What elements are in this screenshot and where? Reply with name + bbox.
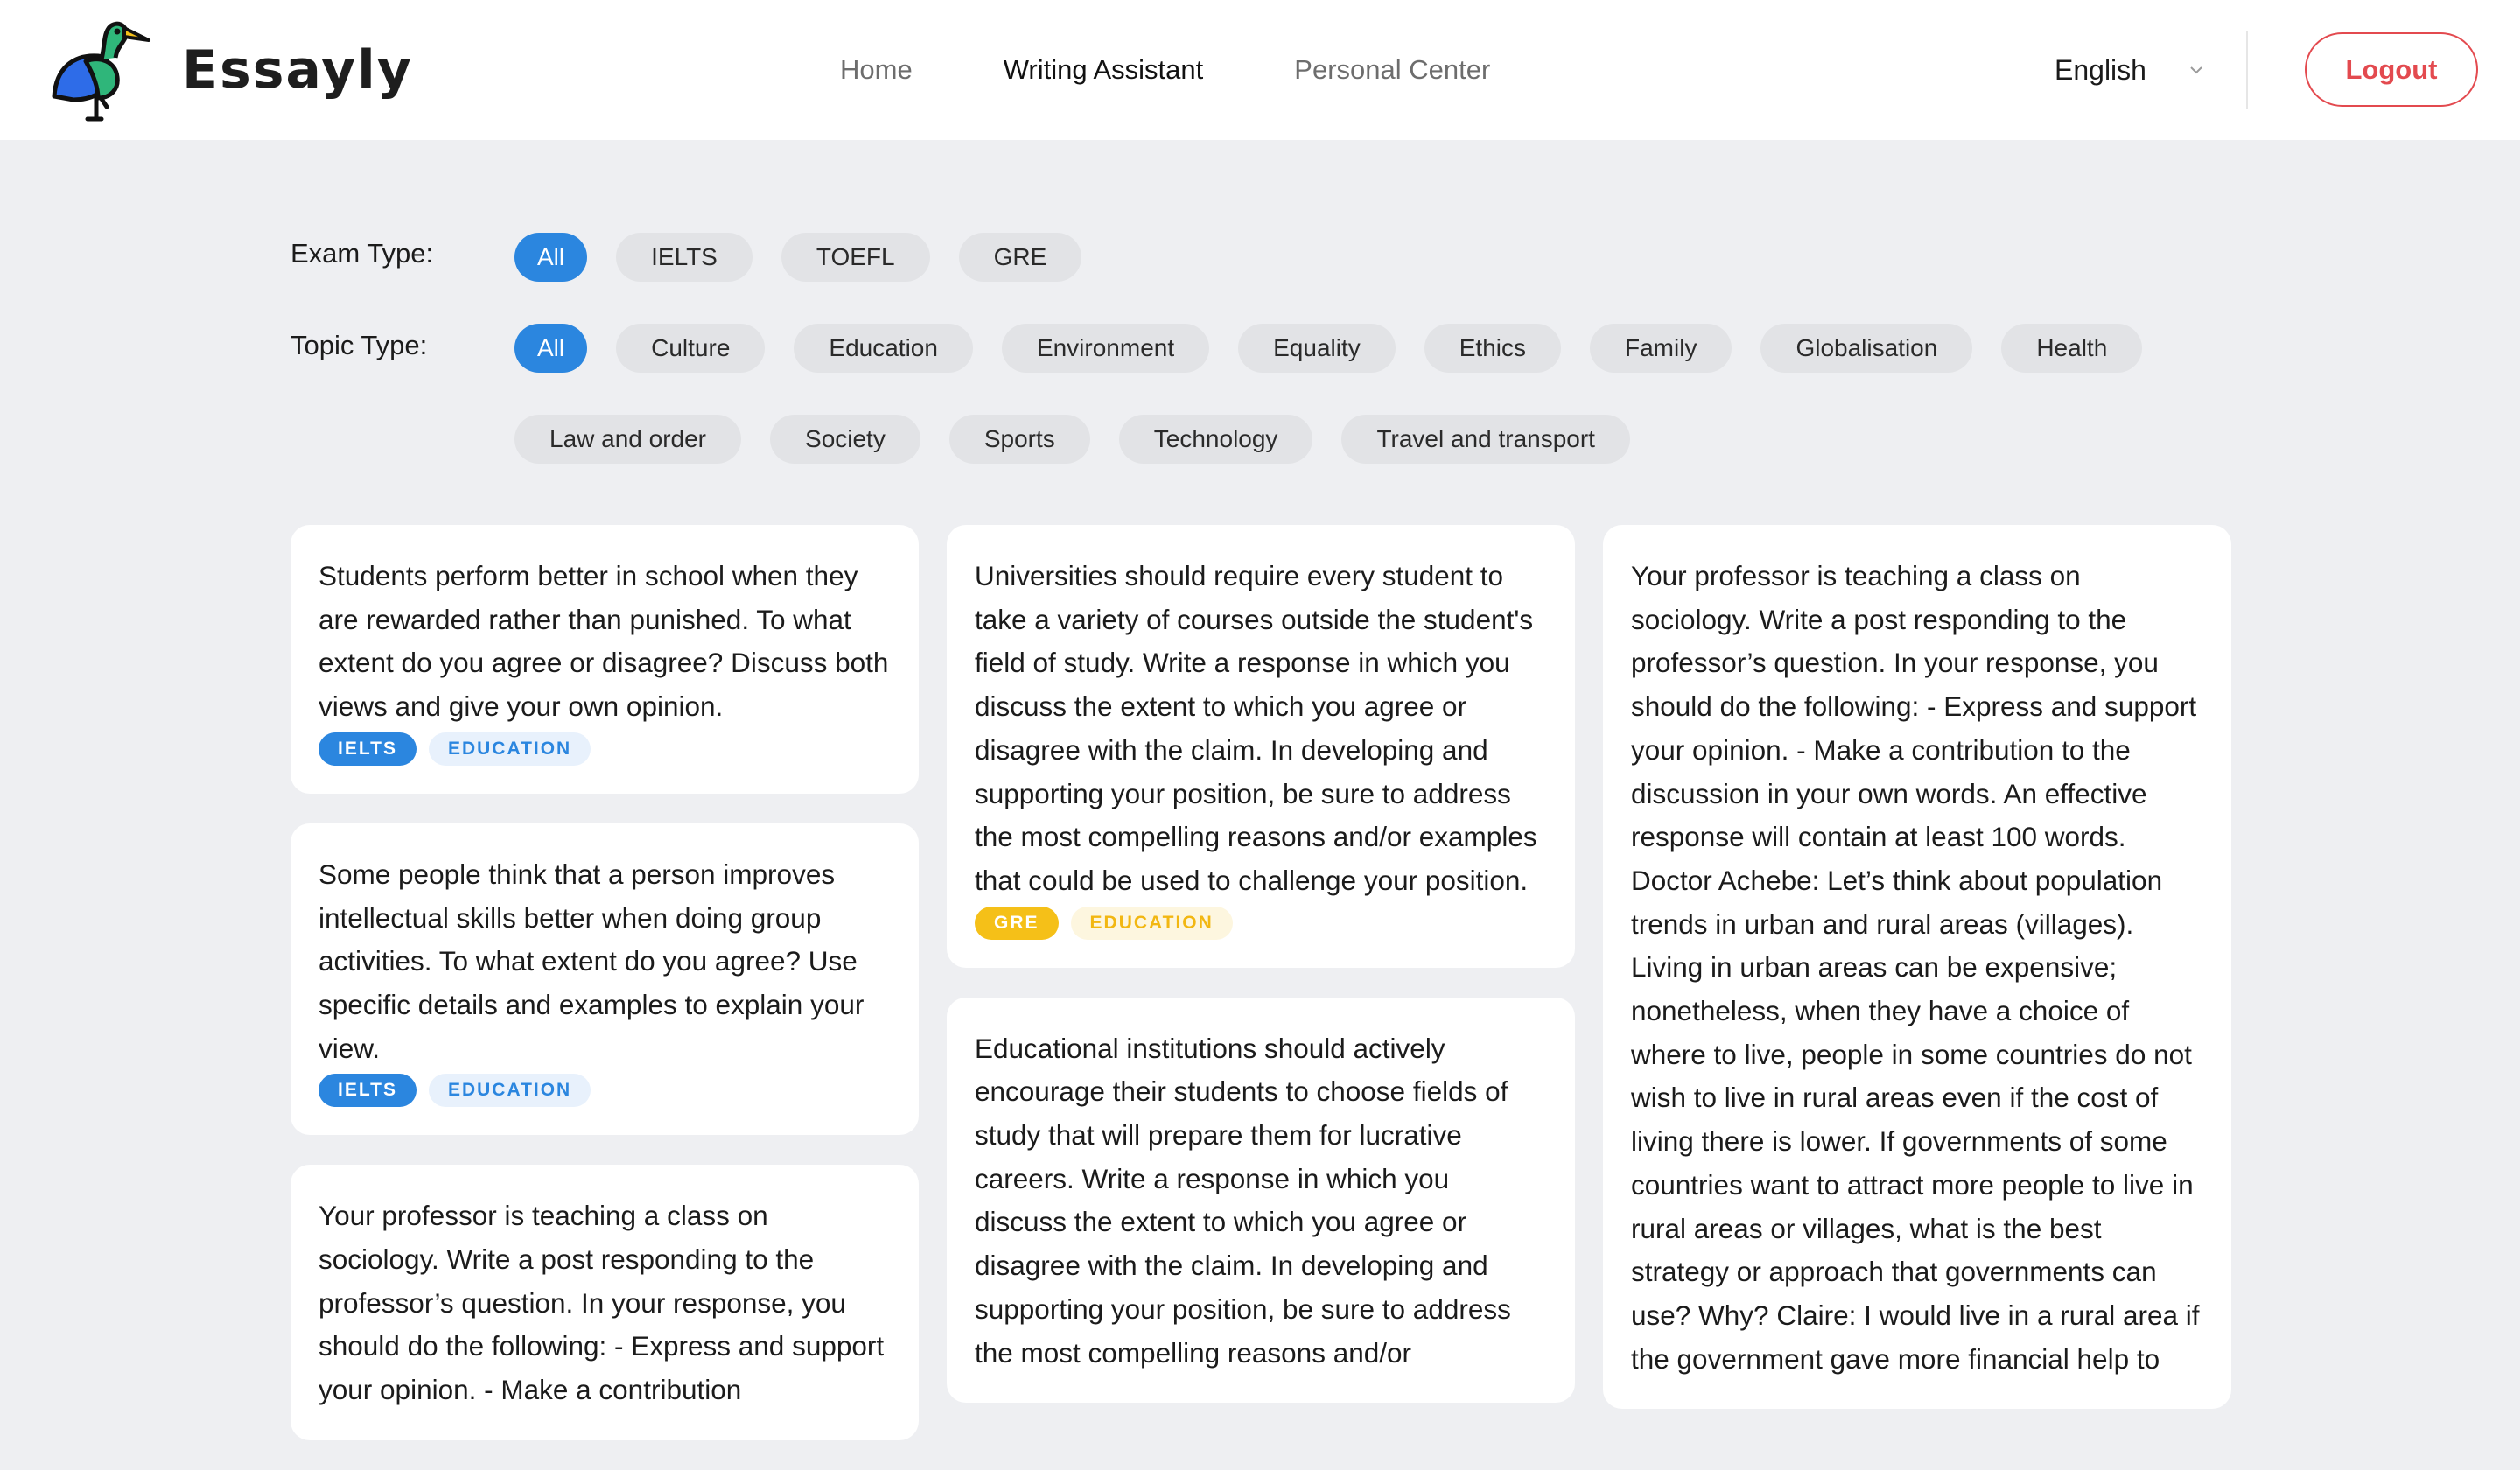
topic-type-label: Topic Type: [290,330,428,360]
essay-card[interactable]: Your professor is teaching a class on so… [1603,525,2231,1410]
essay-tags: IELTS EDUCATION [318,732,891,766]
topic-tag: EDUCATION [428,732,592,766]
essay-prompt: Your professor is teaching a class on so… [318,1200,885,1406]
exam-tag: IELTS [318,1074,416,1108]
app-logo[interactable]: Essayly [47,16,413,124]
topic-chip-law-and-order[interactable]: Law and order [514,415,742,464]
main-nav: Home Writing Assistant Personal Center [840,0,1581,140]
topic-chip-society[interactable]: Society [770,415,920,464]
essay-prompt: Educational institutions should actively… [975,1032,1511,1368]
essay-prompt: Students perform better in school when t… [318,560,889,723]
chevron-down-icon [2190,66,2202,74]
topic-chip-culture[interactable]: Culture [616,324,766,373]
essay-tags: IELTS EDUCATION [318,1074,891,1108]
topic-chip-environment[interactable]: Environment [1001,324,1210,373]
bird-logo-icon [52,21,150,122]
top-header: Essayly Home Writing Assistant Personal … [0,0,2520,140]
essay-tags: GRE EDUCATION [975,906,1547,940]
topic-type-chips-row2: Law and order Society Sports Technology … [514,415,1659,464]
essay-column-2: Universities should require every studen… [947,525,1575,1432]
topic-tag: EDUCATION [428,1074,592,1108]
logout-button[interactable]: Logout [2305,32,2478,107]
topic-tag: EDUCATION [1070,906,1233,940]
nav-home[interactable]: Home [840,54,913,86]
exam-tag: GRE [975,906,1059,940]
topic-chip-globalisation[interactable]: Globalisation [1760,324,1973,373]
essay-card[interactable]: Students perform better in school when t… [290,525,919,794]
essay-card[interactable]: Your professor is teaching a class on so… [290,1165,919,1440]
topic-chip-all[interactable]: All [514,324,588,373]
essay-prompt: Your professor is teaching a class on so… [1631,560,2200,1375]
exam-tag: IELTS [318,732,416,766]
exam-type-label: Exam Type: [290,238,434,269]
exam-chip-toefl[interactable]: TOEFL [780,233,930,282]
app-name: Essayly [182,39,413,101]
topic-chip-education[interactable]: Education [794,324,973,373]
topic-chip-family[interactable]: Family [1590,324,1732,373]
topic-chip-equality[interactable]: Equality [1238,324,1396,373]
topic-chip-technology[interactable]: Technology [1118,415,1313,464]
essay-column-1: Students perform better in school when t… [290,525,919,1470]
header-divider [2246,32,2248,108]
topic-chip-health[interactable]: Health [2001,324,2143,373]
topic-chip-travel-and-transport[interactable]: Travel and transport [1341,415,1630,464]
essay-column-3: Your professor is teaching a class on so… [1603,525,2231,1438]
essay-card[interactable]: Educational institutions should actively… [947,997,1575,1404]
essay-prompt: Universities should require every studen… [975,560,1537,896]
language-select[interactable]: English [2054,49,2206,91]
essay-card[interactable]: Universities should require every studen… [947,525,1575,968]
exam-chip-gre[interactable]: GRE [958,233,1082,282]
essay-prompt: Some people think that a person improves… [318,858,864,1064]
nav-writing-assistant[interactable]: Writing Assistant [1004,54,1204,86]
exam-chip-all[interactable]: All [514,233,588,282]
language-value: English [2054,53,2146,86]
topic-chip-ethics[interactable]: Ethics [1424,324,1561,373]
topic-chip-sports[interactable]: Sports [948,415,1090,464]
topic-type-chips-row1: All Culture Education Environment Equali… [514,324,2171,373]
exam-type-chips: All IELTS TOEFL GRE [514,233,1110,282]
nav-personal-center[interactable]: Personal Center [1294,54,1490,86]
exam-chip-ielts[interactable]: IELTS [616,233,752,282]
essay-card[interactable]: Some people think that a person improves… [290,822,919,1136]
